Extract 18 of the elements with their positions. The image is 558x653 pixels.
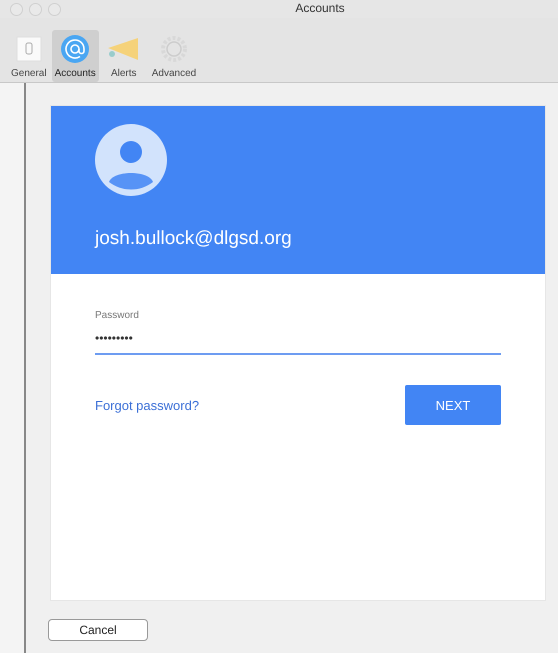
toolbar-tab[interactable]: Accounts — [52, 30, 99, 82]
password-label: Password — [95, 310, 140, 321]
toolbar-tab[interactable]: General — [8, 30, 50, 82]
account-email: josh.bullock@dlgsd.org — [95, 228, 293, 250]
window-title: Accounts — [294, 1, 346, 15]
forgot-password-link[interactable]: Forgot password? — [95, 398, 200, 412]
password-field[interactable]: ••••••••• — [95, 331, 501, 355]
toolbar-tab[interactable]: Advanced — [148, 30, 200, 82]
window-control-icon[interactable] — [48, 2, 61, 16]
switch-icon — [14, 34, 44, 64]
gear-icon — [158, 34, 189, 64]
at-sign-icon — [60, 34, 90, 64]
cancel-button[interactable]: Cancel — [48, 619, 148, 641]
avatar-icon — [95, 124, 167, 196]
toolbar-tab[interactable]: Alerts — [100, 30, 147, 82]
window-control-icon[interactable] — [10, 2, 23, 16]
next-button[interactable]: NEXT — [405, 385, 501, 425]
window-control-icon[interactable] — [29, 2, 42, 16]
